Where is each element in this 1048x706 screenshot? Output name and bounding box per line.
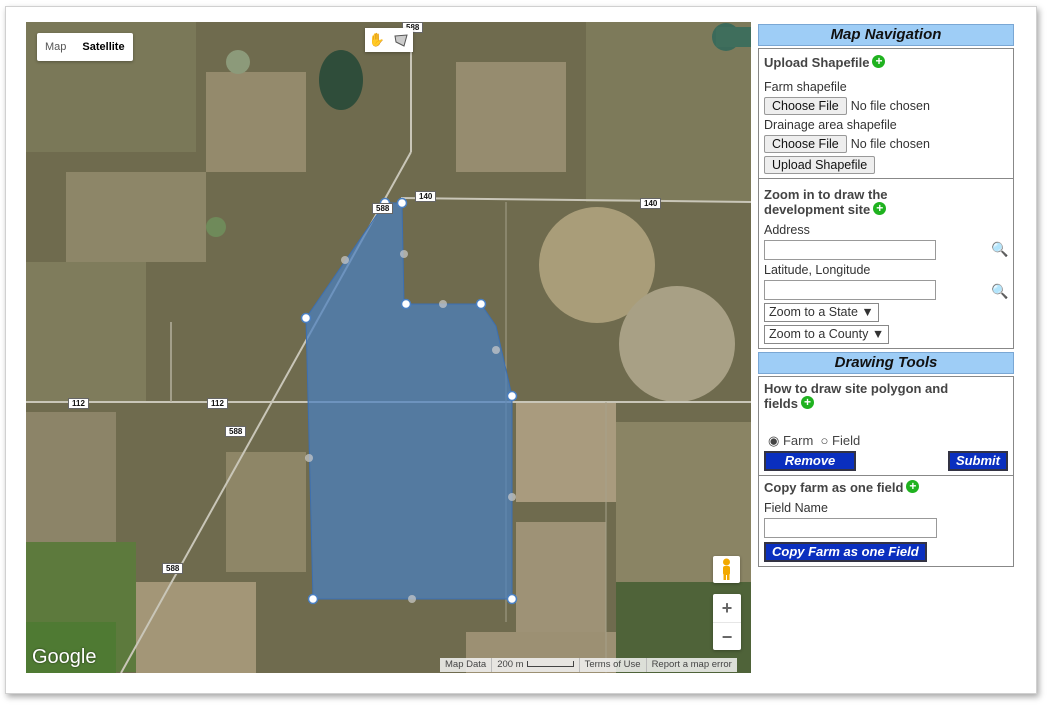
hand-icon[interactable]: ✋ [365, 28, 389, 52]
zoom-section: Zoom in to draw the development site + Ad… [758, 179, 1014, 349]
remove-button[interactable]: Remove [764, 451, 856, 471]
farm-radio-label: Farm [782, 433, 814, 448]
farm-choose-file-button[interactable]: Choose File [764, 97, 847, 115]
upload-shapefile-title: Upload Shapefile [764, 55, 870, 70]
zoom-control: + − [713, 594, 741, 650]
satellite-imagery [26, 22, 751, 673]
road-shield-588: 588 [162, 563, 184, 574]
road-shield-140: 140 [415, 191, 437, 202]
drainage-file-status: No file chosen [850, 137, 930, 151]
zoom-in-button[interactable]: + [713, 594, 741, 623]
address-label: Address [764, 223, 810, 237]
polygon-icon[interactable] [389, 28, 413, 52]
side-panel: Map Navigation Upload Shapefile + Farm sh… [758, 24, 1014, 567]
county-select[interactable]: Zoom to a County ▼ [764, 325, 890, 344]
field-radio-label: Field [832, 433, 861, 448]
terms-link[interactable]: Terms of Use [578, 658, 646, 672]
road-shield-588: 588 [372, 203, 394, 214]
map-type-satellite[interactable]: Satellite [74, 33, 132, 61]
state-select[interactable]: Zoom to a State ▼ [764, 303, 879, 322]
plus-icon[interactable]: + [800, 396, 814, 409]
latlng-input[interactable] [764, 280, 936, 300]
farm-shapefile-label: Farm shapefile [764, 80, 847, 94]
farm-file-status: No file chosen [850, 99, 930, 113]
map-navigation-header: Map Navigation [758, 24, 1014, 46]
drawing-mode-control: ✋ [365, 28, 413, 52]
map-attribution: Map Data 200 m Terms of Use Report a map… [440, 658, 737, 672]
copy-farm-title: Copy farm as one field [764, 480, 904, 495]
report-error-link[interactable]: Report a map error [645, 658, 737, 672]
search-icon[interactable]: 🔍 [991, 283, 1008, 300]
drawing-tools-header: Drawing Tools [758, 352, 1014, 374]
zoom-title: Zoom in to draw the development site [764, 187, 888, 217]
scale-label: 200 m [497, 659, 524, 670]
search-icon[interactable]: 🔍 [991, 241, 1008, 258]
farm-radio[interactable]: ◉ [768, 433, 779, 448]
field-name-label: Field Name [764, 501, 828, 515]
satellite-map[interactable]: 588 140 140 588 112 112 588 588 Map Sate… [26, 22, 751, 673]
pegman-icon[interactable] [713, 556, 740, 583]
road-shield-112: 112 [207, 398, 228, 409]
drawing-tools-section: How to draw site polygon and fields + ◉ F… [758, 376, 1014, 567]
plus-icon[interactable]: + [906, 480, 920, 493]
map-navigation-section: Upload Shapefile + Farm shapefile Choose … [758, 48, 1014, 179]
latlng-label: Latitude, Longitude [764, 263, 871, 277]
county-select-value: Zoom to a County [769, 327, 869, 341]
address-input[interactable] [764, 240, 936, 260]
zoom-out-button[interactable]: − [713, 623, 741, 651]
plus-icon[interactable]: + [872, 55, 886, 68]
scale-bar [526, 661, 574, 668]
submit-button[interactable]: Submit [947, 451, 1008, 471]
scale-indicator: 200 m [491, 658, 578, 672]
map-type-control: Map Satellite [37, 33, 133, 61]
google-logo: Google [32, 646, 97, 668]
plus-icon[interactable]: + [873, 202, 887, 215]
drainage-choose-file-button[interactable]: Choose File [764, 135, 847, 153]
field-radio[interactable]: ○ [821, 433, 829, 448]
drainage-shapefile-label: Drainage area shapefile [764, 118, 897, 132]
howto-title: How to draw site polygon and fields [764, 381, 949, 411]
map-data-link[interactable]: Map Data [440, 658, 491, 672]
road-shield-112: 112 [68, 398, 89, 409]
road-shield-588: 588 [225, 426, 247, 437]
map-type-map[interactable]: Map [37, 33, 74, 61]
state-select-value: Zoom to a State [769, 305, 858, 319]
field-name-input[interactable] [764, 518, 937, 538]
copy-farm-button[interactable]: Copy Farm as one Field [764, 542, 927, 562]
upload-shapefile-button[interactable]: Upload Shapefile [764, 156, 876, 174]
road-shield-140: 140 [640, 198, 662, 209]
